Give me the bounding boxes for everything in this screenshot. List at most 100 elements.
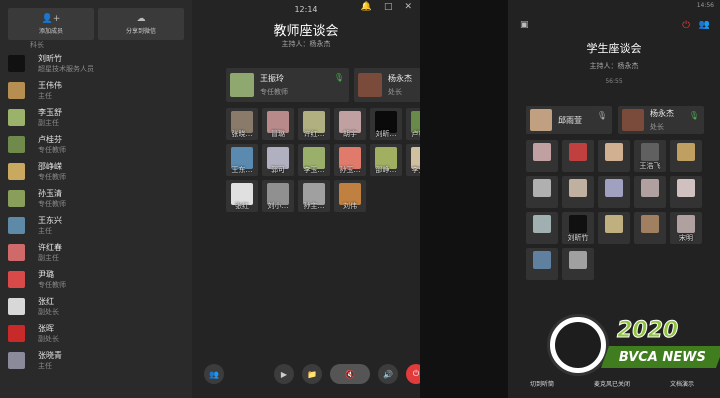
doc-present-label[interactable]: 文档演示	[670, 379, 694, 388]
avatar	[358, 73, 382, 97]
participant-tile[interactable]	[670, 176, 702, 208]
participant-tile[interactable]: 宋明	[670, 212, 702, 244]
share-wechat-button[interactable]: ☁ 分享到微信	[98, 8, 184, 40]
mute-button[interactable]: 🔇	[330, 364, 370, 384]
avatar	[641, 179, 659, 197]
avatar	[622, 109, 644, 131]
watermark-year: 2020	[616, 318, 679, 344]
avatar	[8, 244, 25, 261]
participant-tile[interactable]	[526, 176, 558, 208]
speaker-card[interactable]: 王振玲 专任教师 🎙	[226, 68, 349, 102]
avatar	[533, 143, 551, 161]
participant-tile[interactable]: 王东…	[226, 144, 258, 176]
participant-tile[interactable]: 许红…	[298, 108, 330, 140]
participant-tile[interactable]	[670, 140, 702, 172]
participants-icon[interactable]: 👥	[699, 20, 710, 30]
participant-tile[interactable]	[634, 176, 666, 208]
speaker-card[interactable]: 邱雨萱 🎙	[526, 106, 612, 134]
member-row[interactable]: 邵峥嵘 专任教师	[0, 158, 192, 185]
mic-off-label[interactable]: 麦克风已关闭	[594, 379, 630, 388]
member-name: 王伟伟	[38, 81, 62, 90]
member-role: 主任	[38, 92, 52, 100]
participant-tile[interactable]	[634, 212, 666, 244]
participant-tile[interactable]: 孙主…	[298, 180, 330, 212]
member-row[interactable]: 许红春 副主任	[0, 239, 192, 266]
participant-tile[interactable]	[526, 140, 558, 172]
participant-name: 郭可	[271, 166, 285, 174]
folder-button[interactable]: 📁	[302, 364, 322, 384]
participant-tile[interactable]	[598, 212, 630, 244]
avatar	[677, 179, 695, 197]
avatar	[8, 109, 25, 126]
participant-tile[interactable]: 王浩飞	[634, 140, 666, 172]
member-name: 张红	[38, 297, 54, 306]
participant-tile[interactable]: 郭可	[262, 144, 294, 176]
member-row[interactable]: 孙玉清 专任教师	[0, 185, 192, 212]
member-name: 孙玉清	[38, 189, 62, 198]
avatar	[569, 251, 587, 269]
participant-tile[interactable]	[562, 248, 594, 280]
participant-name: 刘昕竹	[567, 234, 589, 242]
member-role: 副处长	[38, 308, 59, 316]
participant-tile[interactable]	[526, 212, 558, 244]
member-row[interactable]: 尹璐 专任教师	[0, 266, 192, 293]
participant-grid: 王浩飞刘昕竹 宋明	[526, 140, 702, 280]
member-name: 李玉舒	[38, 108, 62, 117]
participant-tile[interactable]: 胡宇	[334, 108, 366, 140]
participant-tile[interactable]	[598, 176, 630, 208]
avatar	[533, 215, 551, 233]
folder-icon: 📁	[307, 369, 317, 379]
participant-tile[interactable]: 邵峥…	[370, 144, 402, 176]
screen-share-icon[interactable]: ▣	[520, 20, 529, 30]
avatar	[605, 143, 623, 161]
speaker-role: 处长	[650, 123, 664, 131]
member-row[interactable]: 张晓青 主任	[0, 347, 192, 374]
member-row[interactable]: 李玉舒 副主任	[0, 104, 192, 131]
speaker-card[interactable]: 杨永杰 处长 🎙	[618, 106, 704, 134]
participant-tile[interactable]: 刘昕竹	[562, 212, 594, 244]
avatar	[641, 143, 659, 161]
member-name: 卢桂芬	[38, 135, 62, 144]
camera-button[interactable]: ▶	[274, 364, 294, 384]
bell-icon[interactable]: 🔔	[361, 2, 372, 12]
member-row[interactable]: 张红 副处长	[0, 293, 192, 320]
participant-tile[interactable]: 刘伟	[334, 180, 366, 212]
participant-tile[interactable]	[526, 248, 558, 280]
participant-tile[interactable]: 刘昕…	[370, 108, 402, 140]
window-icon[interactable]: □	[384, 2, 393, 12]
participant-tile[interactable]	[598, 140, 630, 172]
participant-tile[interactable]: 张晓…	[226, 108, 258, 140]
member-row[interactable]: 王东兴 主任	[0, 212, 192, 239]
avatar	[8, 163, 25, 180]
member-role: 副主任	[38, 254, 59, 262]
participant-tile[interactable]: 冒璐	[262, 108, 294, 140]
add-member-icon: 👤+	[41, 13, 61, 24]
member-row[interactable]: 王伟伟 主任	[0, 77, 192, 104]
member-row[interactable]: 刘昕竹 超星技术服务人员	[0, 50, 192, 77]
member-row[interactable]: 张晖 副处长	[0, 320, 192, 347]
participant-tile[interactable]	[562, 176, 594, 208]
member-name: 张晓青	[38, 351, 62, 360]
avatar	[8, 352, 25, 369]
add-member-button[interactable]: 👤+ 添加成员	[8, 8, 94, 40]
participant-name: 孙主…	[303, 202, 325, 210]
member-role: 副主任	[38, 119, 59, 127]
participant-tile[interactable]: 孙玉…	[334, 144, 366, 176]
power-icon[interactable]: ⏻	[682, 20, 690, 31]
participant-tile[interactable]	[562, 140, 594, 172]
speaker-role: 处长	[388, 88, 402, 96]
participant-tile[interactable]: 张红	[226, 180, 258, 212]
switch-earpiece-label[interactable]: 切到听筒	[530, 379, 554, 388]
avatar	[605, 179, 623, 197]
member-role: 专任教师	[38, 173, 66, 181]
avatar	[8, 298, 25, 315]
close-icon[interactable]: ✕	[404, 2, 412, 12]
participant-tile[interactable]: 李玉…	[298, 144, 330, 176]
speaker-button[interactable]: 🔊	[378, 364, 398, 384]
mic-icon: 🎙	[596, 111, 607, 120]
avatar	[230, 73, 254, 97]
participant-tile[interactable]: 刘小…	[262, 180, 294, 212]
member-row[interactable]: 卢桂芬 专任教师	[0, 131, 192, 158]
participants-button[interactable]: 👥	[204, 364, 224, 384]
teacher-meeting-panel: 12:14 🔔 □ ✕ 教师座谈会 主持人：杨永杰 王振玲 专任教师 🎙 杨永杰…	[192, 0, 477, 398]
